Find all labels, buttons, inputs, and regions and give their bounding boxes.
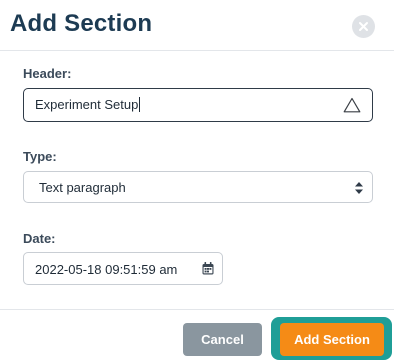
header-input[interactable]: Experiment Setup xyxy=(23,88,373,122)
date-input-value: 2022-05-18 09:51:59 am xyxy=(35,262,178,277)
updown-caret-icon xyxy=(355,182,363,194)
dialog-title: Add Section xyxy=(10,10,153,37)
type-label: Type: xyxy=(23,149,57,164)
cancel-button[interactable]: Cancel xyxy=(183,323,262,356)
header-label: Header: xyxy=(23,66,72,81)
date-label: Date: xyxy=(23,231,56,246)
calendar-icon[interactable] xyxy=(202,262,214,275)
type-select-value: Text paragraph xyxy=(39,180,126,195)
close-circle-icon xyxy=(359,22,368,31)
close-button[interactable] xyxy=(352,15,375,38)
header-input-value: Experiment Setup xyxy=(35,97,139,112)
add-section-dialog: Add Section Header: Experiment Setup Typ… xyxy=(0,0,394,363)
dialog-header: Add Section xyxy=(0,0,394,51)
add-section-button[interactable]: Add Section xyxy=(280,323,384,356)
warning-triangle-icon xyxy=(343,97,361,113)
date-input[interactable]: 2022-05-18 09:51:59 am xyxy=(23,252,223,285)
type-select[interactable]: Text paragraph xyxy=(23,171,373,203)
